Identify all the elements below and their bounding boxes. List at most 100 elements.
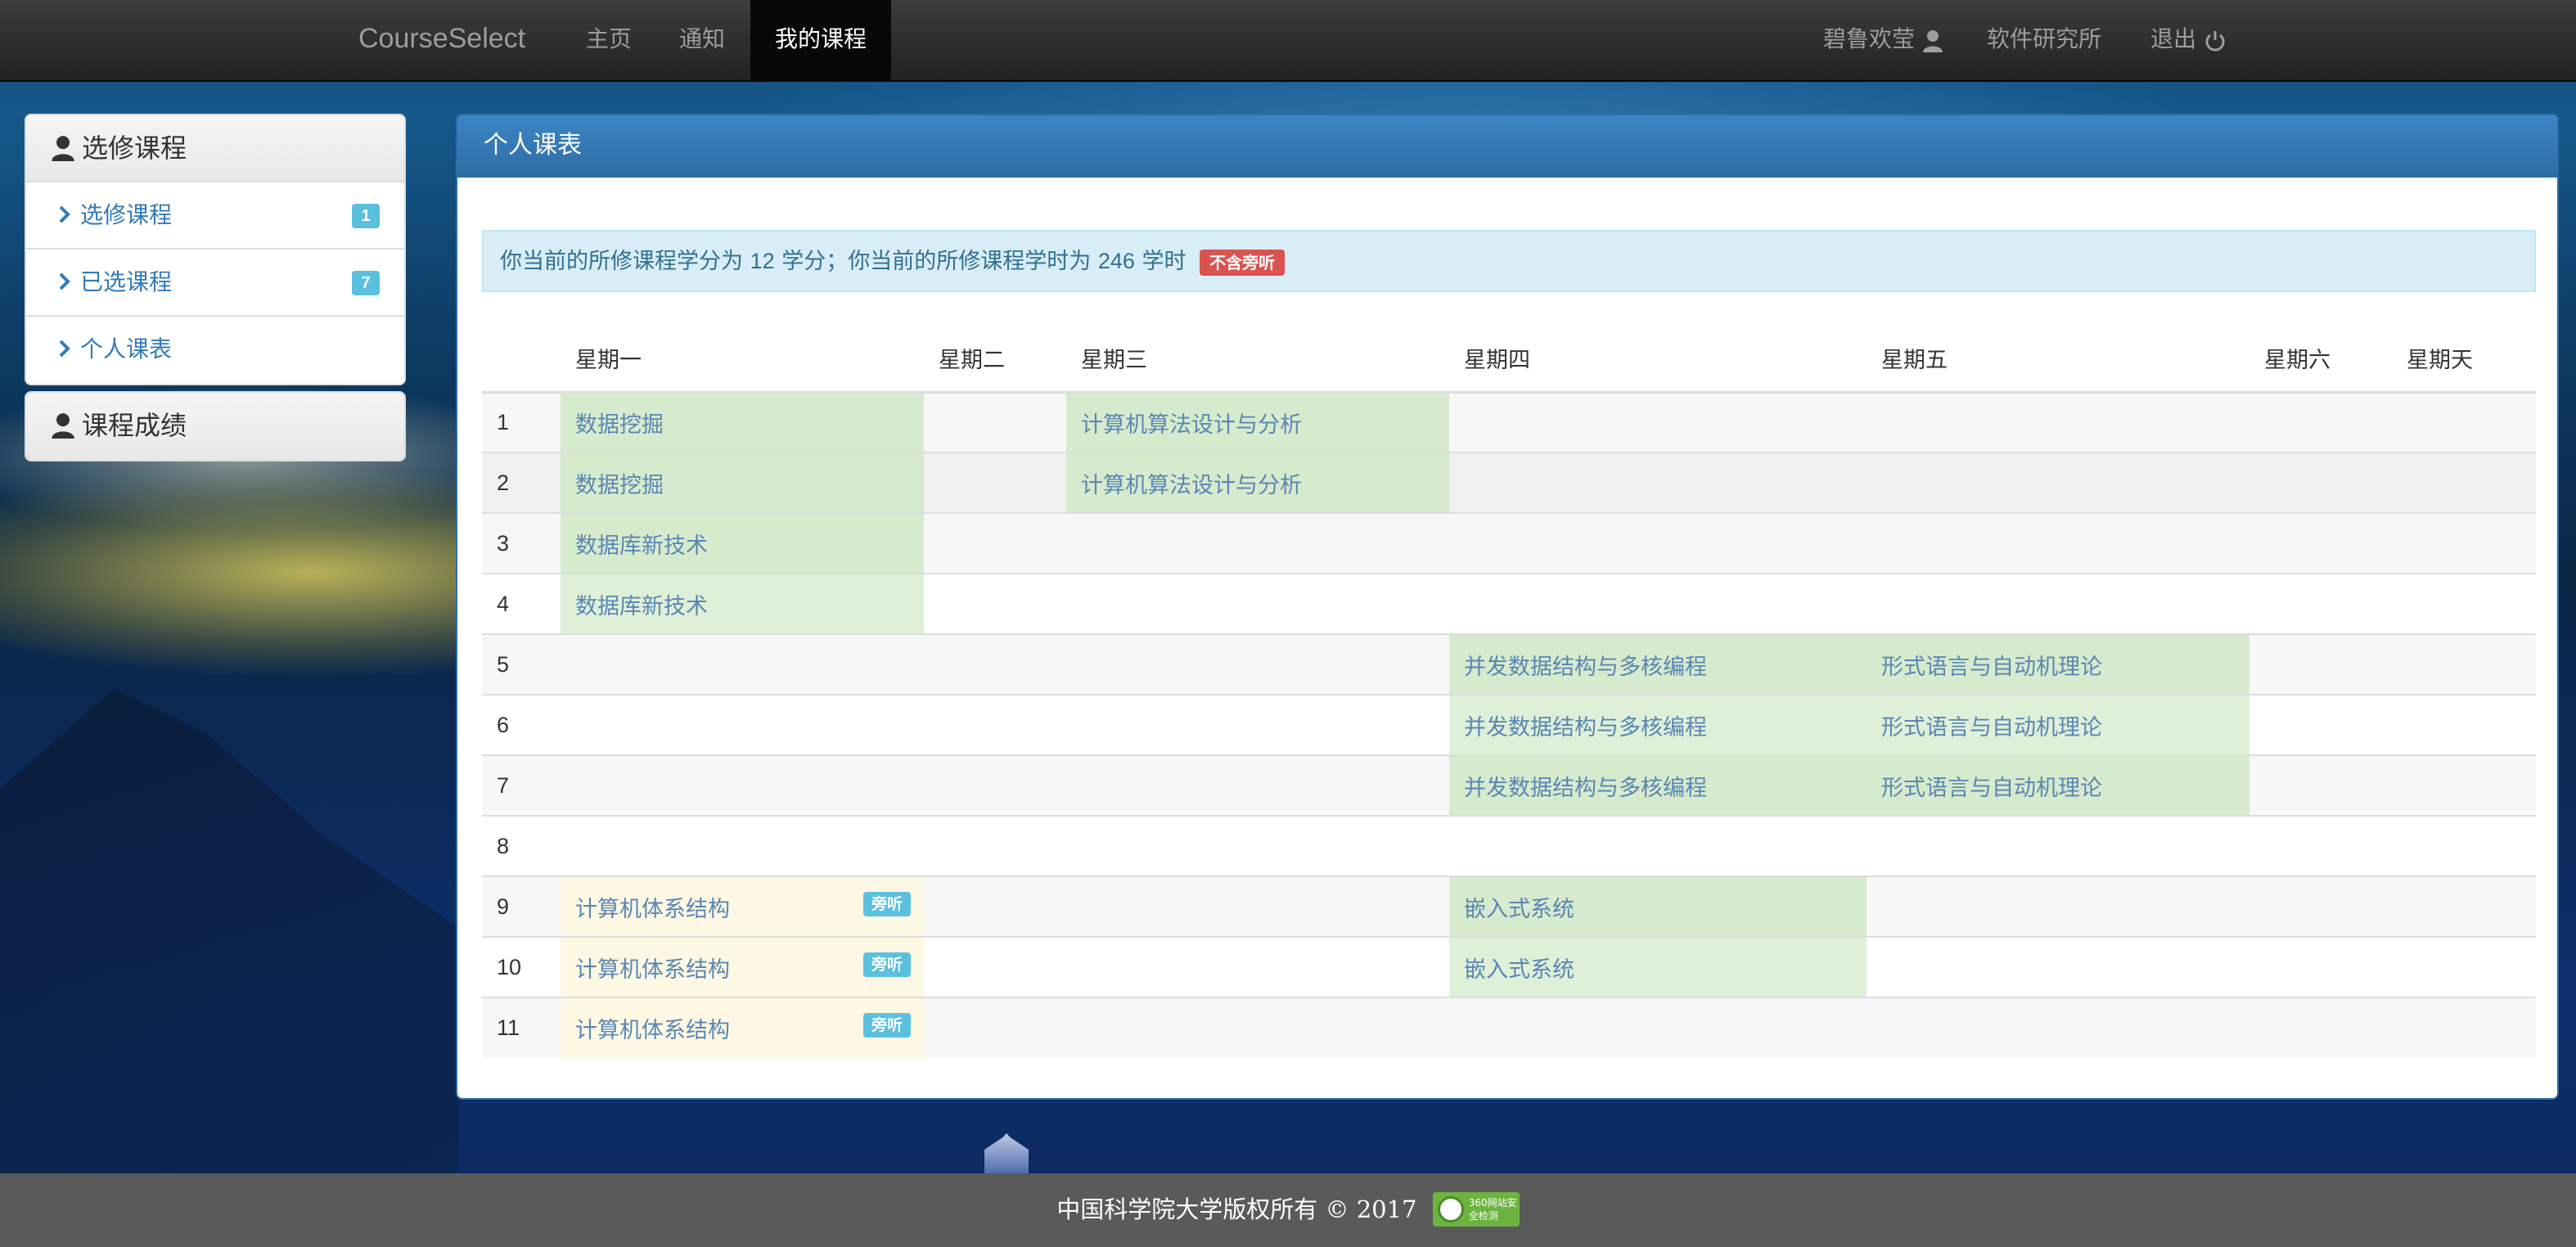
- sidebar-item-schedule[interactable]: 个人课表: [26, 317, 404, 384]
- sidebar-panel-grades: 课程成绩: [25, 391, 406, 461]
- credit-count: 12: [750, 249, 775, 273]
- empty-cell: [1867, 512, 2249, 574]
- magnifier-icon: [1437, 1196, 1464, 1222]
- table-row: 8: [482, 815, 2536, 876]
- header-day: 星期三: [1066, 325, 1449, 394]
- seal-text: 360网站安全检测: [1468, 1197, 1517, 1222]
- empty-cell: [2249, 936, 2392, 997]
- audit-course-cell[interactable]: 计算机体系结构 旁听: [561, 876, 924, 937]
- user-icon: [52, 135, 74, 161]
- course-cell[interactable]: 形式语言与自动机理论: [1867, 633, 2249, 695]
- course-cell[interactable]: 计算机算法设计与分析: [1066, 452, 1449, 513]
- period-index: 10: [482, 936, 561, 997]
- course-cell[interactable]: 数据库新技术: [561, 573, 924, 634]
- sidebar-item-label: 个人课表: [80, 335, 173, 362]
- schedule-panel: 个人课表 你当前的所修课程学分为 12 学分；你当前的所修课程学时为 246 学…: [456, 114, 2559, 1100]
- period-index: 8: [482, 815, 561, 876]
- brand-link[interactable]: CourseSelect: [358, 23, 525, 55]
- sidebar-heading-grades[interactable]: 课程成绩: [26, 393, 404, 460]
- empty-cell: [2392, 997, 2536, 1058]
- empty-cell: [924, 512, 1066, 574]
- empty-cell: [924, 573, 1066, 634]
- period-index: 1: [482, 391, 561, 452]
- sidebar-item-elective[interactable]: 选修课程 1: [26, 182, 404, 250]
- course-cell[interactable]: 形式语言与自动机理论: [1867, 694, 2249, 755]
- sidebar-item-label: 已选课程: [80, 268, 173, 295]
- footer: 中国科学院大学版权所有 © 2017 360网站安全检测: [0, 1173, 2576, 1247]
- sidebar-heading-courses[interactable]: 选修课程: [26, 115, 404, 182]
- table-row: 10 计算机体系结构 旁听 嵌入式系统: [482, 936, 2536, 997]
- empty-cell: [2249, 997, 2392, 1058]
- empty-cell: [1449, 997, 1867, 1058]
- sidebar-item-selected[interactable]: 已选课程 7: [26, 250, 404, 317]
- empty-cell: [2392, 512, 2536, 574]
- user-icon: [52, 412, 74, 439]
- audit-course-cell[interactable]: 计算机体系结构 旁听: [561, 997, 924, 1058]
- audit-course-cell[interactable]: 计算机体系结构 旁听: [561, 936, 924, 997]
- empty-cell: [1449, 815, 1867, 876]
- empty-cell: [924, 997, 1066, 1058]
- empty-cell: [1867, 997, 2249, 1058]
- period-index: 6: [482, 694, 561, 755]
- user-menu[interactable]: 碧鲁欢莹: [1823, 0, 1943, 82]
- course-cell[interactable]: 嵌入式系统: [1449, 936, 1867, 997]
- table-header-row: 星期一 星期二 星期三 星期四 星期五 星期六 星期天: [482, 325, 2536, 394]
- course-cell[interactable]: 并发数据结构与多核编程: [1449, 694, 1867, 755]
- dept-link[interactable]: 软件研究所: [1987, 0, 2101, 82]
- empty-cell: [561, 754, 924, 816]
- header-day: 星期五: [1867, 325, 2249, 394]
- period-index: 5: [482, 633, 561, 695]
- logout-link[interactable]: 退出: [2150, 0, 2227, 82]
- empty-cell: [1449, 391, 1867, 452]
- empty-cell: [1066, 997, 1449, 1058]
- empty-cell: [924, 815, 1066, 876]
- empty-cell: [924, 633, 1066, 695]
- period-index: 2: [482, 452, 561, 513]
- empty-cell: [1867, 876, 2249, 937]
- empty-cell: [2249, 694, 2392, 755]
- empty-cell: [1449, 452, 1867, 513]
- empty-cell: [1066, 936, 1449, 997]
- empty-cell: [924, 876, 1066, 937]
- copyright-text: 中国科学院大学版权所有 © 2017: [1056, 1195, 1417, 1223]
- alert-suffix: 学时: [1142, 249, 1187, 274]
- course-cell[interactable]: 并发数据结构与多核编程: [1449, 754, 1867, 816]
- count-badge: 7: [352, 271, 380, 295]
- empty-cell: [2249, 754, 2392, 816]
- course-cell[interactable]: 形式语言与自动机理论: [1867, 754, 2249, 816]
- logout-label: 退出: [2150, 25, 2197, 52]
- nav-home[interactable]: 主页: [570, 0, 645, 82]
- nav-my-courses[interactable]: 我的课程: [750, 0, 891, 82]
- header-index: [482, 325, 561, 394]
- table-row: 3 数据库新技术: [482, 512, 2536, 574]
- security-seal[interactable]: 360网站安全检测: [1432, 1192, 1520, 1227]
- empty-cell: [561, 694, 924, 755]
- table-row: 11 计算机体系结构 旁听: [482, 997, 2536, 1058]
- course-cell[interactable]: 数据库新技术: [561, 512, 924, 574]
- course-name: 计算机体系结构: [575, 957, 730, 983]
- course-cell[interactable]: 数据挖掘: [561, 391, 924, 452]
- schedule-table: 星期一 星期二 星期三 星期四 星期五 星期六 星期天 1 数据挖掘 计算机算法…: [482, 325, 2536, 1058]
- empty-cell: [924, 452, 1066, 513]
- credit-summary-alert: 你当前的所修课程学分为 12 学分；你当前的所修课程学时为 246 学时 不含旁…: [482, 230, 2536, 292]
- nav-notice[interactable]: 通知: [663, 0, 741, 82]
- course-cell[interactable]: 并发数据结构与多核编程: [1449, 633, 1867, 695]
- empty-cell: [2249, 452, 2392, 513]
- table-row: 7 并发数据结构与多核编程 形式语言与自动机理论: [482, 754, 2536, 816]
- empty-cell: [1066, 573, 1449, 634]
- no-audit-badge: 不含旁听: [1200, 249, 1286, 276]
- course-cell[interactable]: 数据挖掘: [561, 452, 924, 513]
- empty-cell: [2392, 754, 2536, 816]
- course-cell[interactable]: 计算机算法设计与分析: [1066, 391, 1449, 452]
- chevron-right-icon: [59, 205, 70, 223]
- course-cell[interactable]: 嵌入式系统: [1449, 876, 1867, 937]
- audit-badge: 旁听: [862, 952, 911, 977]
- user-icon: [1922, 29, 1943, 52]
- sidebar-heading-label: 课程成绩: [82, 410, 187, 441]
- empty-cell: [561, 815, 924, 876]
- power-icon: [2205, 30, 2225, 51]
- empty-cell: [2392, 936, 2536, 997]
- empty-cell: [1867, 815, 2249, 876]
- hour-count: 246: [1097, 249, 1135, 273]
- count-badge: 1: [352, 204, 380, 228]
